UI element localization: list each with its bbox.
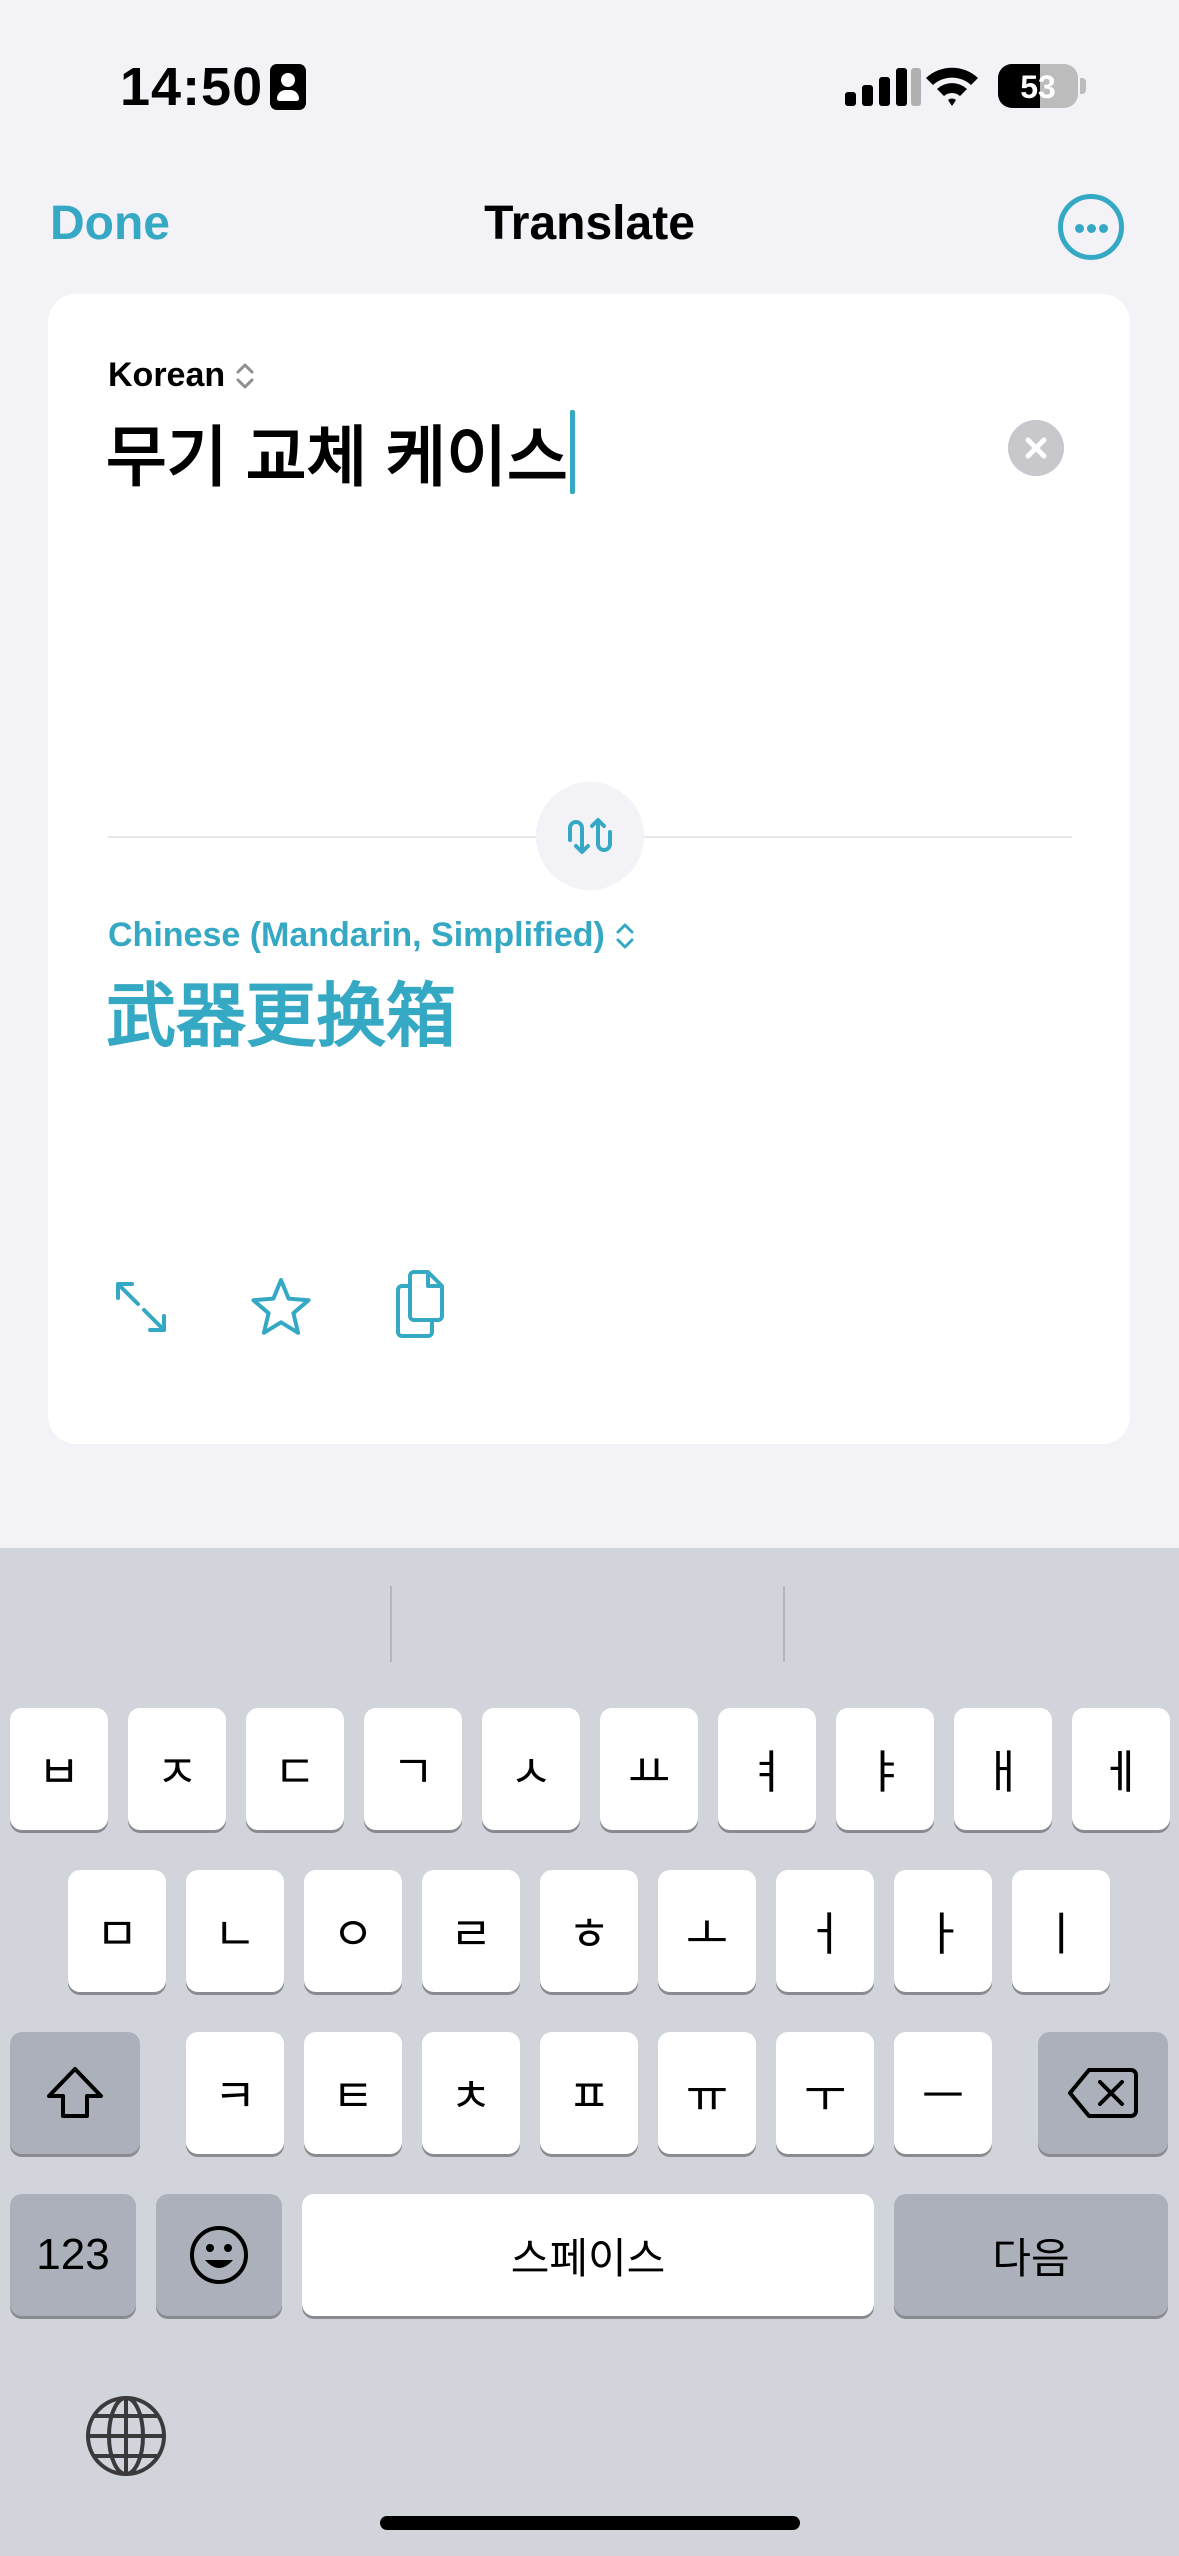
key[interactable]: ㅕ <box>718 1708 816 1830</box>
key[interactable]: ㅊ <box>422 2032 520 2154</box>
home-indicator[interactable] <box>380 2516 800 2530</box>
suggestion-divider <box>390 1586 392 1662</box>
keyboard: ㅂ ㅈ ㄷ ㄱ ㅅ ㅛ ㅕ ㅑ ㅐ ㅔ ㅁ ㄴ ㅇ ㄹ ㅎ ㅗ ㅓ ㅏ ㅣ ㅋ … <box>0 1548 1179 2556</box>
key[interactable]: ㅎ <box>540 1870 638 1992</box>
page-title: Translate <box>484 197 695 250</box>
target-language-selector[interactable]: Chinese (Mandarin, Simplified) <box>108 916 635 955</box>
key[interactable]: ㅇ <box>304 1870 402 1992</box>
more-options-icon[interactable] <box>1058 194 1124 260</box>
shift-key[interactable] <box>10 2032 140 2154</box>
space-key[interactable]: 스페이스 <box>302 2194 874 2316</box>
chevron-up-down-icon <box>236 363 254 388</box>
contact-card-icon <box>270 64 306 110</box>
key[interactable]: ㅁ <box>68 1870 166 1992</box>
key[interactable]: ㅏ <box>894 1870 992 1992</box>
key[interactable]: ㅋ <box>186 2032 284 2154</box>
cellular-signal-icon <box>845 68 921 106</box>
key[interactable]: ㅌ <box>304 2032 402 2154</box>
key[interactable]: ㅜ <box>776 2032 874 2154</box>
expand-icon[interactable] <box>108 1274 174 1340</box>
key[interactable]: ㅔ <box>1072 1708 1170 1830</box>
globe-icon[interactable] <box>84 2394 168 2478</box>
status-bar: 14:50 53 <box>0 0 1179 160</box>
key[interactable]: ㅣ <box>1012 1870 1110 1992</box>
clear-text-icon[interactable] <box>1008 420 1064 476</box>
key[interactable]: ㄷ <box>246 1708 344 1830</box>
key[interactable]: ㅅ <box>482 1708 580 1830</box>
suggestion-divider <box>783 1586 785 1662</box>
key[interactable]: ㅓ <box>776 1870 874 1992</box>
battery-icon: 53 <box>998 64 1078 108</box>
emoji-key[interactable] <box>156 2194 282 2316</box>
favorite-star-icon[interactable] <box>248 1274 314 1340</box>
done-button[interactable]: Done <box>50 196 170 251</box>
key[interactable]: ㅈ <box>128 1708 226 1830</box>
source-language-selector[interactable]: Korean <box>108 356 255 395</box>
key[interactable]: ㄴ <box>186 1870 284 1992</box>
source-text: 무기 교체 케이스 <box>106 420 568 494</box>
key[interactable]: ㅛ <box>600 1708 698 1830</box>
delete-backspace-icon <box>1068 2068 1138 2118</box>
key[interactable]: ㄹ <box>422 1870 520 1992</box>
delete-key[interactable] <box>1038 2032 1168 2154</box>
key[interactable]: ㄱ <box>364 1708 462 1830</box>
emoji-smiley-icon <box>190 2226 248 2284</box>
key[interactable]: ㅂ <box>10 1708 108 1830</box>
return-key[interactable]: 다음 <box>894 2194 1168 2316</box>
translation-card: Korean 무기 교체 케이스 Chinese (Mandarin, Simp… <box>48 294 1130 1444</box>
numbers-key[interactable]: 123 <box>10 2194 136 2316</box>
key[interactable]: ㅗ <box>658 1870 756 1992</box>
battery-percentage: 53 <box>1020 69 1056 105</box>
text-cursor <box>569 410 575 494</box>
wifi-icon <box>926 67 978 106</box>
copy-icon[interactable] <box>388 1266 454 1342</box>
key[interactable]: ㅠ <box>658 2032 756 2154</box>
key[interactable]: ㅍ <box>540 2032 638 2154</box>
source-language-label: Korean <box>108 356 226 394</box>
key[interactable]: ㅑ <box>836 1708 934 1830</box>
chevron-up-down-icon <box>616 923 634 948</box>
target-language-label: Chinese (Mandarin, Simplified) <box>108 916 605 954</box>
key[interactable]: ㅐ <box>954 1708 1052 1830</box>
status-time: 14:50 <box>120 57 264 117</box>
translated-text: 武器更换箱 <box>106 977 456 1055</box>
shift-icon <box>47 2067 103 2118</box>
swap-languages-icon[interactable] <box>536 782 644 890</box>
source-text-input[interactable]: 무기 교체 케이스 <box>106 404 575 500</box>
key[interactable]: ㅡ <box>894 2032 992 2154</box>
